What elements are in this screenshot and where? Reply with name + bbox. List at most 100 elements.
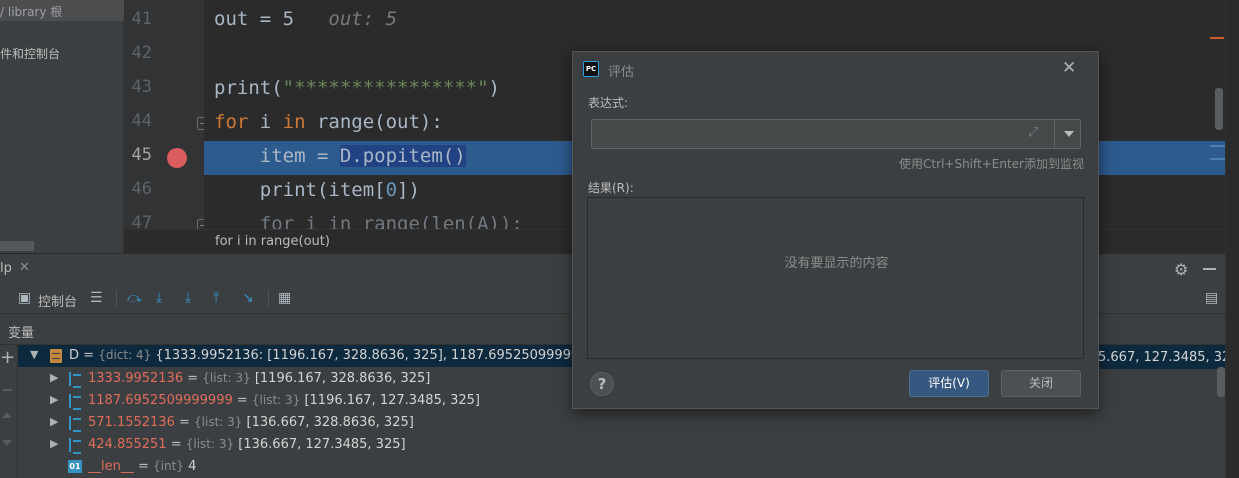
variable-text: 1333.9952136 = {list: 3} [1196.167, 328.… xyxy=(88,371,431,386)
variable-text: 424.855251 = {list: 3} [136.667, 127.348… xyxy=(88,437,406,452)
collapse-icon[interactable]: ▼ xyxy=(30,348,38,361)
code-text: print(item[ xyxy=(214,179,386,201)
string-literal: "****************" xyxy=(282,77,489,99)
variable-type: {dict: 4} xyxy=(98,348,152,362)
move-up-icon[interactable] xyxy=(2,412,12,418)
expand-icon[interactable]: ▶ xyxy=(50,415,58,428)
chevron-down-icon[interactable] xyxy=(1064,131,1074,137)
result-panel[interactable]: 没有要显示的内容 xyxy=(587,197,1084,359)
variable-value: [1196.167, 127.3485, 325] xyxy=(304,393,480,408)
result-label: 结果(R): xyxy=(588,181,634,195)
variable-text: 571.1552136 = {list: 3} [136.667, 328.86… xyxy=(88,415,414,430)
editor-scrollbar[interactable] xyxy=(1215,88,1223,130)
variable-type: {list: 3} xyxy=(194,415,243,429)
project-root-row[interactable]: / library 根 xyxy=(0,0,124,21)
list-icon xyxy=(69,438,81,454)
console-tab-label[interactable]: 控制台 xyxy=(38,291,77,310)
variable-type: {list: 3} xyxy=(202,371,251,385)
expand-icon[interactable]: ▶ xyxy=(50,437,58,450)
variable-type: {list: 3} xyxy=(185,437,235,451)
variable-type: {int} xyxy=(153,459,184,473)
variable-value: {1333.9952136: [1196.167, 328.8636, 325]… xyxy=(155,348,610,363)
empty-result-text: 没有要显示的内容 xyxy=(784,256,889,271)
code-text: out = 5 xyxy=(214,8,295,30)
expression-input[interactable] xyxy=(594,122,1024,146)
scratches-and-consoles-item[interactable]: 件和控制台 xyxy=(0,45,60,62)
variable-name: 1333.9952136 xyxy=(88,371,184,386)
variable-name: 1187.6952509999999 xyxy=(88,393,233,408)
code-line-45: item = D.popitem() xyxy=(214,145,466,167)
variable-value: [136.667, 328.8636, 325] xyxy=(246,415,414,430)
variable-value: [136.667, 127.3485, 325] xyxy=(238,437,406,452)
add-watch-icon[interactable]: + xyxy=(0,347,15,368)
code-text: item = xyxy=(214,145,340,167)
warning-marker[interactable] xyxy=(1210,37,1224,39)
variables-scrollbar[interactable] xyxy=(1217,367,1225,397)
step-into-icon[interactable]: ⤓ xyxy=(156,290,162,306)
variable-text: 1187.6952509999999 = {list: 3} [1196.167… xyxy=(88,393,480,408)
project-root-label: / library 根 xyxy=(0,5,63,19)
evaluate-button[interactable]: 评估(V) xyxy=(909,370,989,397)
close-tab-icon[interactable]: ✕ xyxy=(19,260,30,275)
variable-type: {list: 3} xyxy=(251,393,301,407)
dict-icon xyxy=(50,349,62,363)
variable-row[interactable]: 01 __len__ = {int} 4 xyxy=(18,456,1225,478)
variable-value: 4 xyxy=(188,459,197,474)
move-down-icon[interactable] xyxy=(2,440,12,446)
gear-icon[interactable]: ⚙ xyxy=(1174,260,1188,279)
run-to-cursor-icon[interactable]: ↘ xyxy=(242,290,254,306)
toolbar-separator xyxy=(116,290,117,308)
code-line-41: out = 5 out: 5 xyxy=(214,8,397,30)
exec-marker[interactable] xyxy=(1210,145,1226,147)
breakpoint-icon[interactable] xyxy=(167,148,187,168)
dialog-title: 评估 xyxy=(608,65,635,80)
line-number: 44 xyxy=(131,111,152,131)
remove-watch-icon[interactable] xyxy=(3,389,12,391)
variable-name: 571.1552136 xyxy=(88,415,175,430)
line-number: 41 xyxy=(131,9,152,29)
project-panel: / library 根 件和控制台 xyxy=(0,0,124,253)
code-line-46: print(item[0]) xyxy=(214,179,420,201)
close-button[interactable]: 关闭 xyxy=(1001,370,1081,397)
variable-row-D-tail: 5.667, 127.3485, 325] xyxy=(1098,347,1225,369)
help-icon[interactable]: ? xyxy=(590,372,614,396)
close-icon[interactable]: ✕ xyxy=(1062,58,1076,78)
variable-row[interactable]: ▶ 424.855251 = {list: 3} [136.667, 127.3… xyxy=(18,434,1225,456)
variable-name: __len__ xyxy=(88,459,134,474)
step-over-icon[interactable]: ⤼ xyxy=(127,290,142,306)
expression-label: 表达式: xyxy=(588,96,629,110)
menu-icon[interactable]: ☰ xyxy=(90,290,103,306)
expand-icon[interactable]: ▶ xyxy=(50,371,58,384)
variables-title: 变量 xyxy=(8,326,35,341)
variable-name: D xyxy=(69,348,80,363)
code-line-47: for i in range(len(A)): xyxy=(214,213,523,229)
breadcrumb-item[interactable]: for i in range(out) xyxy=(215,234,330,249)
variable-text: D = {dict: 4} {1333.9952136: [1196.167, … xyxy=(69,348,610,363)
line-number: 42 xyxy=(131,43,152,63)
console-icon[interactable]: ▣ xyxy=(18,290,31,306)
variables-side-toolbar: + xyxy=(0,345,18,478)
minimize-icon[interactable] xyxy=(1203,268,1216,270)
code-text: ]) xyxy=(397,179,420,201)
expand-icon[interactable]: ⤢ xyxy=(1028,125,1038,140)
keyword: for xyxy=(214,111,249,133)
variable-row[interactable]: ▶ 571.1552136 = {list: 3} [136.667, 328.… xyxy=(18,412,1225,434)
code-text: range(out): xyxy=(305,111,443,133)
line-number-current: 45 xyxy=(131,145,152,165)
step-out-icon[interactable]: ⤒ xyxy=(213,290,219,306)
code-text: print( xyxy=(214,77,283,99)
project-horizontal-scrollbar[interactable] xyxy=(0,241,34,251)
layout-icon[interactable]: ▤ xyxy=(1205,290,1218,306)
expression-combobox[interactable]: ⤢ xyxy=(591,119,1081,149)
code-text: ) xyxy=(488,77,500,99)
debug-tab-label[interactable]: lp xyxy=(0,261,12,276)
expand-icon[interactable]: ▶ xyxy=(50,393,58,406)
evaluate-expression-icon[interactable]: ▦ xyxy=(278,290,291,306)
step-into-my-code-icon[interactable]: ⤓ xyxy=(185,290,191,306)
exec-marker[interactable] xyxy=(1210,158,1226,160)
line-number: 46 xyxy=(131,179,152,199)
list-icon xyxy=(69,372,81,388)
number-literal: 0 xyxy=(385,179,398,201)
dropdown-separator xyxy=(1054,120,1055,148)
pycharm-icon: PC xyxy=(583,61,599,77)
